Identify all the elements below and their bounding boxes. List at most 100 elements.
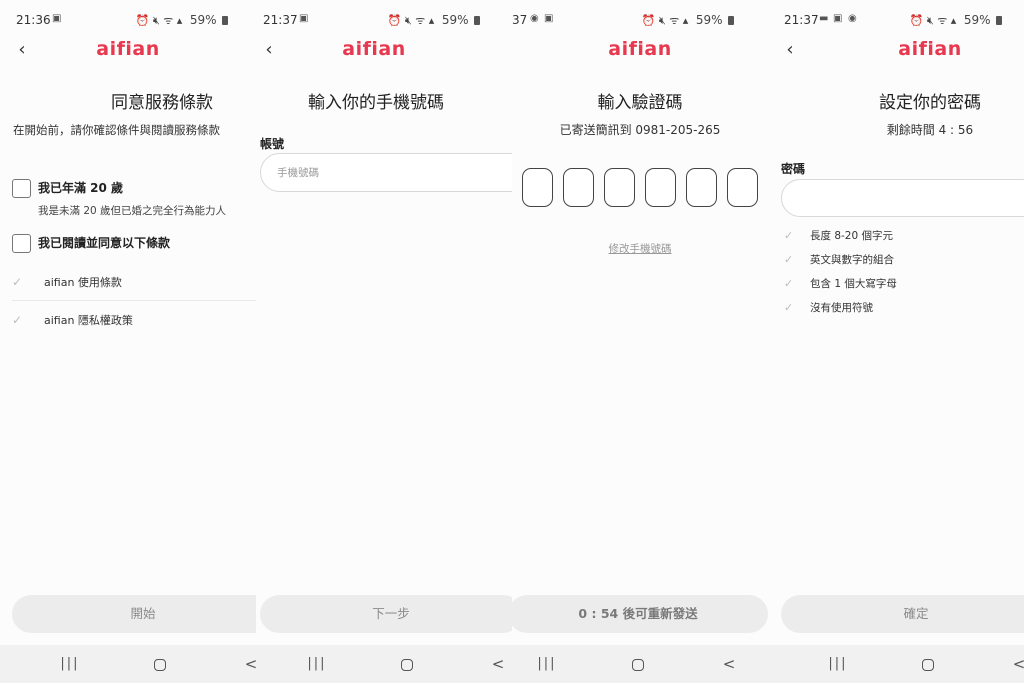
check-icon: ✓ <box>12 313 23 327</box>
brand-logo: aifian <box>898 38 962 60</box>
image-icon: ▣ <box>833 13 843 24</box>
change-phone-link[interactable]: 修改手機號碼 <box>512 241 768 256</box>
system-nav-bar: ||| < <box>768 645 1024 683</box>
nav-back-icon[interactable]: < <box>236 645 256 683</box>
password-rule: ✓ 長度 8-20 個字元 <box>784 229 894 242</box>
screen-verification-code: 37 ◉ ▣ ⏰ 🔇︎ ᯤ ▴ 59% aifian 輸入驗證碼 已寄送簡訊到 … <box>512 0 768 683</box>
battery-percent: 59% <box>189 13 217 27</box>
page-title: 輸入你的手機號碼 <box>308 93 444 113</box>
sent-to-text: 已寄送簡訊到 0981-205-265 <box>559 123 721 137</box>
wifi-icon: ᯤ <box>669 14 680 27</box>
image-icon: ▣ <box>299 13 309 24</box>
term-label: aifian 隱私權政策 <box>44 314 133 327</box>
wifi-icon: ᯤ <box>415 14 426 27</box>
alarm-icon: ⏰ <box>387 14 402 27</box>
time-remaining: 剩餘時間 4 : 56 <box>886 123 974 137</box>
wifi-icon: ᯤ <box>937 14 948 27</box>
password-input[interactable] <box>781 179 1024 217</box>
status-bar: 21:37 ▬ ▣ ◉ ⏰ 🔇︎ ᯤ ▴ 59% <box>768 0 1024 38</box>
screen-set-password: 21:37 ▬ ▣ ◉ ⏰ 🔇︎ ᯤ ▴ 59% ‹ aifian 設定你的密碼… <box>768 0 1024 683</box>
chat-icon: ▬ <box>819 13 829 24</box>
status-right: ⏰ 🔇︎ ᯤ ▴ 59% <box>910 13 1002 28</box>
status-bar: 21:37 ▣ ⏰ 🔇︎ ᯤ ▴ 59% <box>256 0 512 38</box>
battery-icon <box>474 16 480 25</box>
nav-back-icon[interactable]: < <box>1004 645 1024 683</box>
signal-icon: ▴ <box>950 14 957 27</box>
code-digit-box[interactable] <box>727 168 758 207</box>
battery-icon <box>728 16 734 25</box>
alarm-icon: ⏰ <box>641 14 656 27</box>
password-rule: ✓ 英文與數字的組合 <box>784 253 894 266</box>
check-icon: ✓ <box>784 253 794 266</box>
messenger-icon: ◉ <box>848 13 857 24</box>
status-bar: 37 ◉ ▣ ⏰ 🔇︎ ᯤ ▴ 59% <box>512 0 768 38</box>
battery-icon <box>996 16 1002 25</box>
age-checkbox-label: 我已年滿 20 歲 <box>38 181 124 195</box>
password-rule: ✓ 包含 1 個大寫字母 <box>784 277 897 290</box>
term-label: aifian 使用條款 <box>44 276 122 289</box>
agree-checkbox[interactable] <box>12 234 31 253</box>
age-checkbox-row[interactable]: 我已年滿 20 歲 我是未滿 20 歲但已婚之完全行為能力人 <box>12 179 226 218</box>
image-icon: ▣ <box>544 13 554 24</box>
code-input-group[interactable] <box>522 168 758 207</box>
agree-checkbox-row[interactable]: 我已閱讀並同意以下條款 <box>12 234 170 253</box>
start-button[interactable]: 開始 <box>12 595 256 633</box>
signal-icon: ▴ <box>176 14 183 27</box>
term-item-usage[interactable]: ✓ aifian 使用條款 <box>12 263 256 301</box>
next-button[interactable]: 下一步 <box>260 595 512 633</box>
home-icon[interactable] <box>145 645 175 683</box>
status-right: ⏰ 🔇︎ ᯤ ▴ 59% <box>136 13 228 28</box>
system-nav-bar: ||| < <box>256 645 512 683</box>
recent-apps-icon[interactable]: ||| <box>823 645 853 683</box>
screen-phone-number: 21:37 ▣ ⏰ 🔇︎ ᯤ ▴ 59% ‹ aifian 輸入你的手機號碼 帳… <box>256 0 512 683</box>
mute-icon: 🔇︎ <box>658 14 666 27</box>
age-checkbox-sub: 我是未滿 20 歲但已婚之完全行為能力人 <box>38 205 227 217</box>
status-time: 21:37 <box>263 13 298 27</box>
messenger-icon: ◉ <box>530 13 539 24</box>
check-icon: ✓ <box>12 275 23 289</box>
phone-input[interactable] <box>260 153 512 192</box>
mute-icon: 🔇︎ <box>926 14 934 27</box>
home-icon[interactable] <box>913 645 943 683</box>
recent-apps-icon[interactable]: ||| <box>55 645 85 683</box>
page-title: 輸入驗證碼 <box>597 93 683 113</box>
mute-icon: 🔇︎ <box>152 14 160 27</box>
battery-icon <box>222 16 228 25</box>
home-icon[interactable] <box>392 645 422 683</box>
wifi-icon: ᯤ <box>163 14 174 27</box>
intro-text: 在開始前，請你確認條件與閱讀服務條款 <box>13 123 220 137</box>
recent-apps-icon[interactable]: ||| <box>532 645 562 683</box>
status-time: 21:36 <box>16 13 51 27</box>
recent-apps-icon[interactable]: ||| <box>302 645 332 683</box>
status-time: 37 <box>512 13 528 27</box>
status-time: 21:37 <box>784 13 819 27</box>
code-digit-box[interactable] <box>686 168 717 207</box>
page-title: 同意服務條款 <box>111 93 213 113</box>
system-nav-bar: ||| < <box>512 645 768 683</box>
check-icon: ✓ <box>784 277 794 290</box>
status-right: ⏰ 🔇︎ ᯤ ▴ 59% <box>388 13 480 28</box>
image-icon: ▣ <box>52 13 62 24</box>
agree-checkbox-label: 我已閱讀並同意以下條款 <box>38 236 171 250</box>
back-arrow-icon[interactable]: ‹ <box>780 38 800 62</box>
resend-countdown-button[interactable]: 0 : 54 後可重新發送 <box>512 595 768 633</box>
status-right: ⏰ 🔇︎ ᯤ ▴ 59% <box>642 13 734 28</box>
code-digit-box[interactable] <box>604 168 635 207</box>
system-nav-bar: ||| < <box>0 645 256 683</box>
home-icon[interactable] <box>623 645 653 683</box>
brand-logo: aifian <box>608 38 672 60</box>
nav-back-icon[interactable]: < <box>714 645 744 683</box>
nav-back-icon[interactable]: < <box>483 645 512 683</box>
battery-percent: 59% <box>441 13 469 27</box>
term-item-privacy[interactable]: ✓ aifian 隱私權政策 <box>12 301 256 339</box>
check-icon: ✓ <box>784 301 794 314</box>
age-checkbox[interactable] <box>12 179 31 198</box>
screen-agree-terms: 21:36 ▣ ⏰ 🔇︎ ᯤ ▴ 59% ‹ aifian 同意服務條款 在開始… <box>0 0 256 683</box>
code-digit-box[interactable] <box>645 168 676 207</box>
code-digit-box[interactable] <box>563 168 594 207</box>
confirm-button[interactable]: 確定 <box>781 595 1024 633</box>
code-digit-box[interactable] <box>522 168 553 207</box>
mute-icon: 🔇︎ <box>404 14 412 27</box>
alarm-icon: ⏰ <box>135 14 150 27</box>
signal-icon: ▴ <box>682 14 689 27</box>
